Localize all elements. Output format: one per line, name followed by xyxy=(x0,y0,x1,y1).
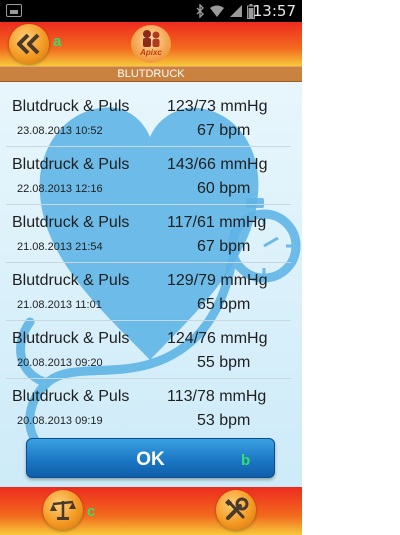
row-pulse: 55 bpm xyxy=(197,354,251,371)
ok-button[interactable]: OK xyxy=(26,438,275,478)
row-title: Blutdruck & Puls xyxy=(12,214,130,231)
row-date: 22.08.2013 12:16 xyxy=(17,183,103,195)
row-title: Blutdruck & Puls xyxy=(12,156,130,173)
signal-icon xyxy=(230,5,242,17)
row-blood-pressure: 117/61 mmHg xyxy=(167,214,267,231)
row-date: 21.08.2013 21:54 xyxy=(17,241,103,253)
list-item[interactable]: Blutdruck & Puls 23.08.2013 10:52 123/73… xyxy=(6,89,291,147)
row-date: 20.08.2013 09:19 xyxy=(17,415,103,427)
tools-button[interactable] xyxy=(216,490,256,530)
app-header: a Apixc xyxy=(0,22,302,66)
wifi-icon xyxy=(210,5,224,17)
scale-button[interactable] xyxy=(43,490,83,530)
status-icons xyxy=(196,3,255,19)
section-title: BLUTDRUCK xyxy=(117,68,185,80)
status-bar: 13:57 xyxy=(0,0,302,22)
double-chevron-left-icon xyxy=(17,33,40,55)
annotation-b: b xyxy=(241,452,251,469)
gallery-notification-icon xyxy=(6,4,22,17)
row-pulse: 65 bpm xyxy=(197,296,251,313)
phone-screen: 13:57 a Apixc BLUTDRUCK Blutdruck & Puls… xyxy=(0,0,302,535)
app-logo: Apixc xyxy=(131,25,171,63)
row-date: 23.08.2013 10:52 xyxy=(17,125,103,137)
annotation-c: c xyxy=(87,503,96,520)
clock: 13:57 xyxy=(252,2,296,20)
row-date: 21.08.2013 11:01 xyxy=(17,299,102,311)
row-blood-pressure: 123/73 mmHg xyxy=(167,98,268,115)
list-item[interactable]: Blutdruck & Puls 22.08.2013 12:16 143/66… xyxy=(6,147,291,205)
section-header: BLUTDRUCK xyxy=(0,66,302,82)
row-title: Blutdruck & Puls xyxy=(12,388,130,405)
annotation-a: a xyxy=(53,33,62,50)
row-blood-pressure: 113/78 mmHg xyxy=(167,388,267,405)
logo-text: Apixc xyxy=(140,48,162,57)
row-title: Blutdruck & Puls xyxy=(12,98,130,115)
list-item[interactable]: Blutdruck & Puls 20.08.2013 09:19 113/78… xyxy=(6,379,291,437)
measurement-list-area: Blutdruck & Puls 23.08.2013 10:52 123/73… xyxy=(0,82,302,487)
row-blood-pressure: 124/76 mmHg xyxy=(167,330,268,347)
row-pulse: 67 bpm xyxy=(197,122,251,139)
row-pulse: 60 bpm xyxy=(197,180,251,197)
back-button[interactable] xyxy=(9,24,49,64)
row-title: Blutdruck & Puls xyxy=(12,330,130,347)
list-item[interactable]: Blutdruck & Puls 21.08.2013 11:01 129/79… xyxy=(6,263,291,321)
row-pulse: 67 bpm xyxy=(197,238,251,255)
row-pulse: 53 bpm xyxy=(197,412,251,429)
row-date: 20.08.2013 09:20 xyxy=(17,357,103,369)
bluetooth-icon xyxy=(196,4,204,18)
list-item[interactable]: Blutdruck & Puls 20.08.2013 09:20 124/76… xyxy=(6,321,291,379)
measurement-list: Blutdruck & Puls 23.08.2013 10:52 123/73… xyxy=(6,89,291,437)
row-title: Blutdruck & Puls xyxy=(12,272,130,289)
list-item[interactable]: Blutdruck & Puls 21.08.2013 21:54 117/61… xyxy=(6,205,291,263)
balance-scale-icon xyxy=(50,500,76,520)
ok-button-label: OK xyxy=(136,449,165,470)
row-blood-pressure: 143/66 mmHg xyxy=(167,156,268,173)
app-footer: c xyxy=(0,487,302,535)
row-blood-pressure: 129/79 mmHg xyxy=(167,272,268,289)
wrench-screwdriver-icon xyxy=(224,497,249,520)
